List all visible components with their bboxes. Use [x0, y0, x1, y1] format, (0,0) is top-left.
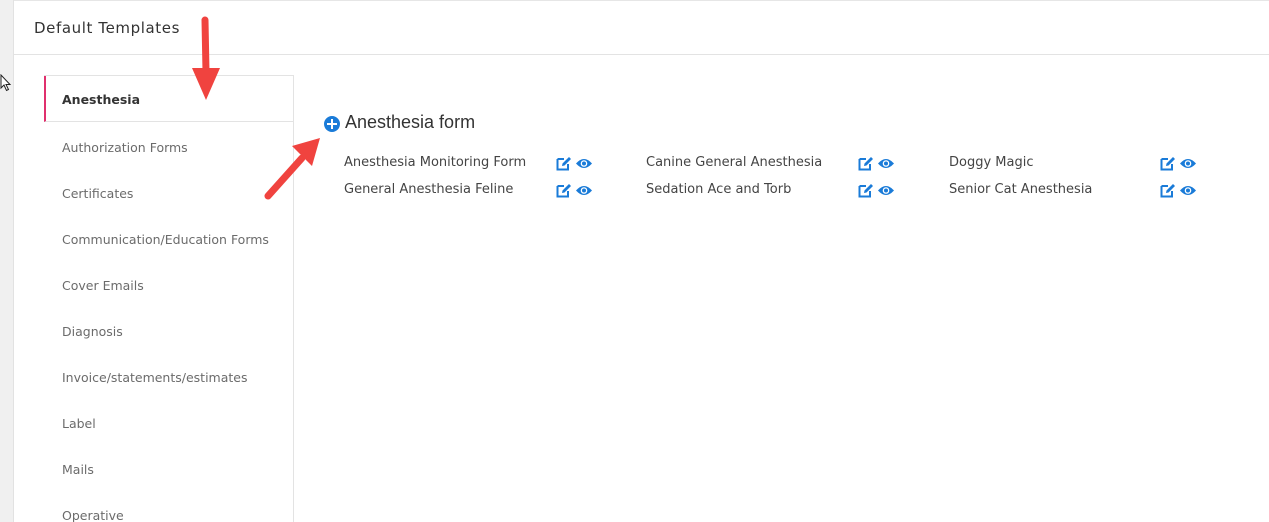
eye-icon[interactable]: [1179, 157, 1197, 170]
sidebar-item-label: Anesthesia: [62, 92, 141, 107]
form-name: Sedation Ace and Torb: [646, 182, 792, 197]
eye-icon[interactable]: [877, 157, 895, 170]
sidebar-item-communication-education-forms[interactable]: Communication/Education Forms: [44, 216, 294, 262]
sidebar-item-label: Operative: [62, 508, 124, 522]
eye-icon[interactable]: [575, 157, 593, 170]
form-name: Anesthesia Monitoring Form: [344, 155, 527, 170]
page-title: Default Templates: [34, 19, 181, 37]
sidebar-item-mails[interactable]: Mails: [44, 446, 294, 492]
sidebar-item-operative[interactable]: Operative: [44, 492, 294, 522]
sidebar-item-label: Authorization Forms: [62, 140, 188, 155]
default-templates-panel: Default Templates Anesthesia Authorizati…: [14, 0, 1269, 522]
mouse-cursor-icon: [0, 74, 12, 92]
sidebar-item-authorization-forms[interactable]: Authorization Forms: [44, 124, 294, 170]
eye-icon[interactable]: [877, 184, 895, 197]
form-name: General Anesthesia Feline: [344, 182, 514, 197]
form-item-senior-cat-anesthesia: Senior Cat Anesthesia: [949, 180, 1209, 200]
sidebar-item-label: Diagnosis: [62, 324, 123, 339]
sidebar-item-label: Cover Emails: [62, 278, 144, 293]
sidebar-item-cover-emails[interactable]: Cover Emails: [44, 262, 294, 308]
section-title: Anesthesia form: [345, 112, 476, 132]
edit-icon[interactable]: [858, 183, 874, 198]
form-item-sedation-ace-and-torb: Sedation Ace and Torb: [646, 180, 906, 200]
plus-circle-icon[interactable]: [324, 116, 340, 132]
form-name: Canine General Anesthesia: [646, 155, 823, 170]
sidebar-item-label: Invoice/statements/estimates: [62, 370, 248, 385]
sidebar-item-label-category[interactable]: Label: [44, 400, 294, 446]
sidebar-item-invoice-statements-estimates[interactable]: Invoice/statements/estimates: [44, 354, 294, 400]
form-item-doggy-magic: Doggy Magic: [949, 153, 1209, 173]
template-category-sidebar: Anesthesia Authorization Forms Certifica…: [44, 75, 294, 522]
form-item-canine-general-anesthesia: Canine General Anesthesia: [646, 153, 906, 173]
eye-icon[interactable]: [575, 184, 593, 197]
form-item-anesthesia-monitoring-form: Anesthesia Monitoring Form: [344, 153, 604, 173]
edit-icon[interactable]: [858, 156, 874, 171]
sidebar-item-anesthesia[interactable]: Anesthesia: [44, 76, 294, 122]
edit-icon[interactable]: [556, 183, 572, 198]
sidebar-item-certificates[interactable]: Certificates: [44, 170, 294, 216]
form-item-general-anesthesia-feline: General Anesthesia Feline: [344, 180, 604, 200]
sidebar-item-diagnosis[interactable]: Diagnosis: [44, 308, 294, 354]
sidebar-item-label: Mails: [62, 462, 94, 477]
sidebar-item-label: Communication/Education Forms: [62, 232, 269, 247]
sidebar-item-label: Label: [62, 416, 96, 431]
form-name: Senior Cat Anesthesia: [949, 182, 1093, 197]
edit-icon[interactable]: [556, 156, 572, 171]
panel-header: Default Templates: [14, 1, 1269, 55]
eye-icon[interactable]: [1179, 184, 1197, 197]
sidebar-item-label: Certificates: [62, 186, 134, 201]
edit-icon[interactable]: [1160, 183, 1176, 198]
form-name: Doggy Magic: [949, 155, 1034, 170]
edit-icon[interactable]: [1160, 156, 1176, 171]
